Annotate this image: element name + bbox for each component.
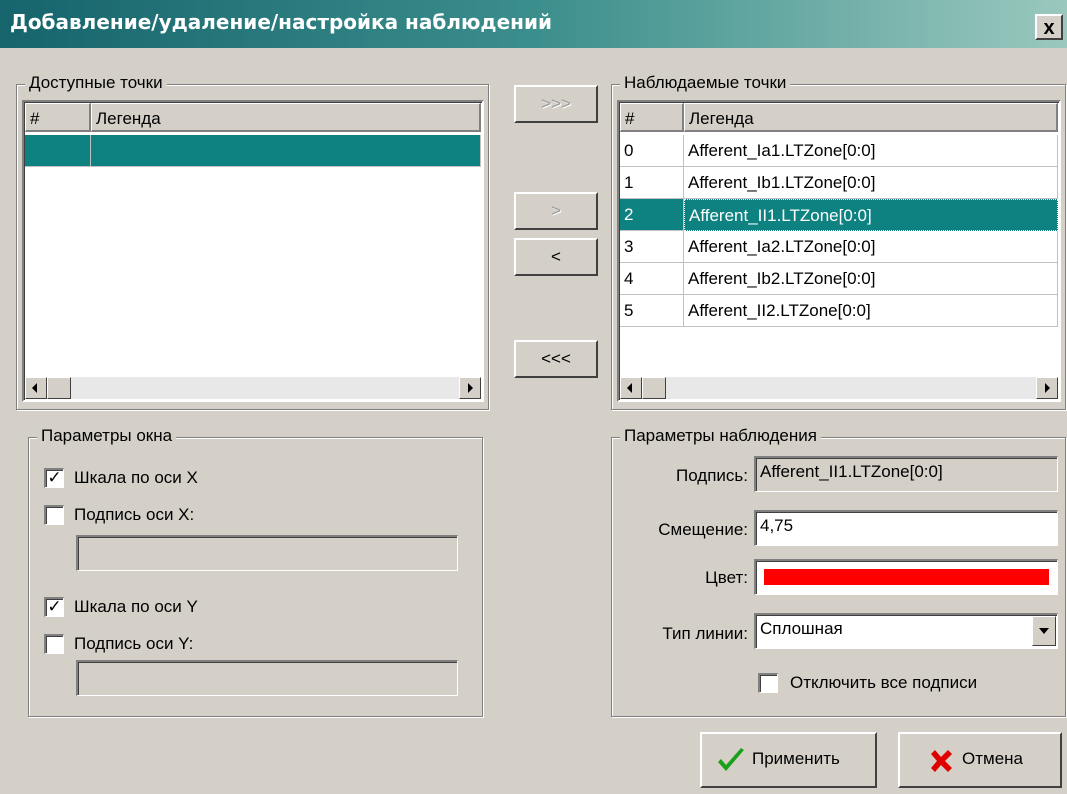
list-item-num: 2 xyxy=(620,199,684,231)
available-points-label: Доступные точки xyxy=(25,73,167,93)
column-header-legend[interactable]: Легенда xyxy=(684,103,1058,132)
apply-button[interactable]: Применить xyxy=(700,732,877,788)
add-all-button[interactable]: >>> xyxy=(514,85,598,123)
scale-y-checkbox[interactable]: ✓ xyxy=(44,597,64,617)
list-item[interactable]: 5 Afferent_II2.LTZone[0:0] xyxy=(620,295,1058,327)
caption-x-label: Подпись оси X: xyxy=(74,505,195,524)
window-params-label: Параметры окна xyxy=(37,426,177,446)
close-button[interactable]: x xyxy=(1035,14,1063,40)
remove-label: < xyxy=(551,247,561,266)
scale-x-checkbox[interactable]: ✓ xyxy=(44,468,64,488)
observation-params-label: Параметры наблюдения xyxy=(620,426,821,446)
arrow-left-icon xyxy=(32,383,37,393)
checkmark-icon xyxy=(718,748,744,771)
window-title: Добавление/удаление/настройка наблюдений xyxy=(10,10,552,34)
caption-y-checkbox[interactable] xyxy=(44,634,64,654)
list-item-num: 4 xyxy=(620,263,684,295)
observed-points-label: Наблюдаемые точки xyxy=(620,73,791,93)
list-item[interactable]: 3 Afferent_Ia2.LTZone[0:0] xyxy=(620,231,1058,263)
list-header: # Легенда xyxy=(25,103,481,132)
list-item-legend: Afferent_II2.LTZone[0:0] xyxy=(684,295,1058,327)
list-item-legend xyxy=(91,135,481,167)
caption-x-checkbox[interactable] xyxy=(44,505,64,525)
list-item[interactable]: 0 Afferent_Ia1.LTZone[0:0] xyxy=(620,135,1058,167)
scroll-thumb[interactable] xyxy=(642,377,666,399)
horizontal-scrollbar[interactable] xyxy=(25,377,481,399)
color-label: Цвет: xyxy=(705,568,748,587)
observed-points-list[interactable]: # Легенда 0 Afferent_Ia1.LTZone[0:0] 1 Affe… xyxy=(617,100,1061,402)
scale-y-label: Шкала по оси Y xyxy=(74,597,198,616)
column-header-num[interactable]: # xyxy=(620,103,684,132)
list-item-num: 5 xyxy=(620,295,684,327)
add-all-label: >>> xyxy=(541,94,571,113)
linetype-label: Тип линии: xyxy=(662,624,748,643)
arrow-right-icon xyxy=(468,383,473,393)
caption-x-field[interactable] xyxy=(76,535,458,571)
dropdown-button[interactable] xyxy=(1032,616,1056,646)
close-icon: x xyxy=(1043,17,1055,39)
color-picker[interactable] xyxy=(754,559,1058,595)
list-item-legend: Afferent_Ib1.LTZone[0:0] xyxy=(684,167,1058,199)
apply-label: Применить xyxy=(752,749,840,768)
caption-y-field[interactable] xyxy=(76,660,458,696)
chevron-down-icon xyxy=(1039,628,1049,634)
list-item-num: 3 xyxy=(620,231,684,263)
list-item[interactable]: 1 Afferent_Ib1.LTZone[0:0] xyxy=(620,167,1058,199)
color-swatch xyxy=(764,569,1049,585)
title-bar: Добавление/удаление/настройка наблюдений… xyxy=(0,0,1067,48)
caption-y-label: Подпись оси Y: xyxy=(74,634,194,653)
list-item-legend: Afferent_Ia1.LTZone[0:0] xyxy=(684,135,1058,167)
arrow-left-icon xyxy=(627,383,632,393)
list-item-num: 1 xyxy=(620,167,684,199)
checkmark-icon: ✓ xyxy=(47,468,62,487)
scroll-left-button[interactable] xyxy=(620,377,642,399)
offset-label: Смещение: xyxy=(658,520,748,539)
linetype-value: Сплошная xyxy=(760,619,843,638)
scroll-left-button[interactable] xyxy=(25,377,47,399)
add-label: > xyxy=(551,201,561,220)
list-item-num: 0 xyxy=(620,135,684,167)
list-item-num xyxy=(25,135,91,167)
list-item-legend: Afferent_Ib2.LTZone[0:0] xyxy=(684,263,1058,295)
cancel-button[interactable]: Отмена xyxy=(898,732,1062,788)
remove-all-button[interactable]: <<< xyxy=(514,340,598,378)
column-header-num[interactable]: # xyxy=(25,103,91,132)
scroll-right-button[interactable] xyxy=(459,377,481,399)
caption-field: Afferent_II1.LTZone[0:0] xyxy=(754,456,1058,492)
list-item[interactable]: 4 Afferent_Ib2.LTZone[0:0] xyxy=(620,263,1058,295)
add-button[interactable]: > xyxy=(514,192,598,230)
arrow-right-icon xyxy=(1045,383,1050,393)
caption-label: Подпись: xyxy=(675,466,748,485)
list-header: # Легенда xyxy=(620,103,1058,132)
disable-captions-label: Отключить все подписи xyxy=(790,673,978,692)
remove-button[interactable]: < xyxy=(514,238,598,276)
linetype-select[interactable]: Сплошная xyxy=(754,613,1058,649)
cancel-label: Отмена xyxy=(962,749,1023,768)
cross-icon xyxy=(931,750,952,772)
column-header-legend[interactable]: Легенда xyxy=(91,103,481,132)
scale-x-label: Шкала по оси X xyxy=(74,468,198,487)
list-item-legend: Afferent_Ia2.LTZone[0:0] xyxy=(684,231,1058,263)
list-item-legend: Afferent_II1.LTZone[0:0] xyxy=(684,199,1058,231)
list-item[interactable] xyxy=(25,135,481,167)
disable-captions-checkbox[interactable] xyxy=(758,673,778,693)
available-points-list[interactable]: # Легенда xyxy=(22,100,484,402)
horizontal-scrollbar[interactable] xyxy=(620,377,1058,399)
scroll-thumb[interactable] xyxy=(47,377,71,399)
remove-all-label: <<< xyxy=(541,349,571,368)
checkmark-icon: ✓ xyxy=(47,597,62,616)
scroll-right-button[interactable] xyxy=(1036,377,1058,399)
list-item[interactable]: 2 Afferent_II1.LTZone[0:0] xyxy=(620,199,1058,231)
offset-field[interactable]: 4,75 xyxy=(754,510,1058,546)
